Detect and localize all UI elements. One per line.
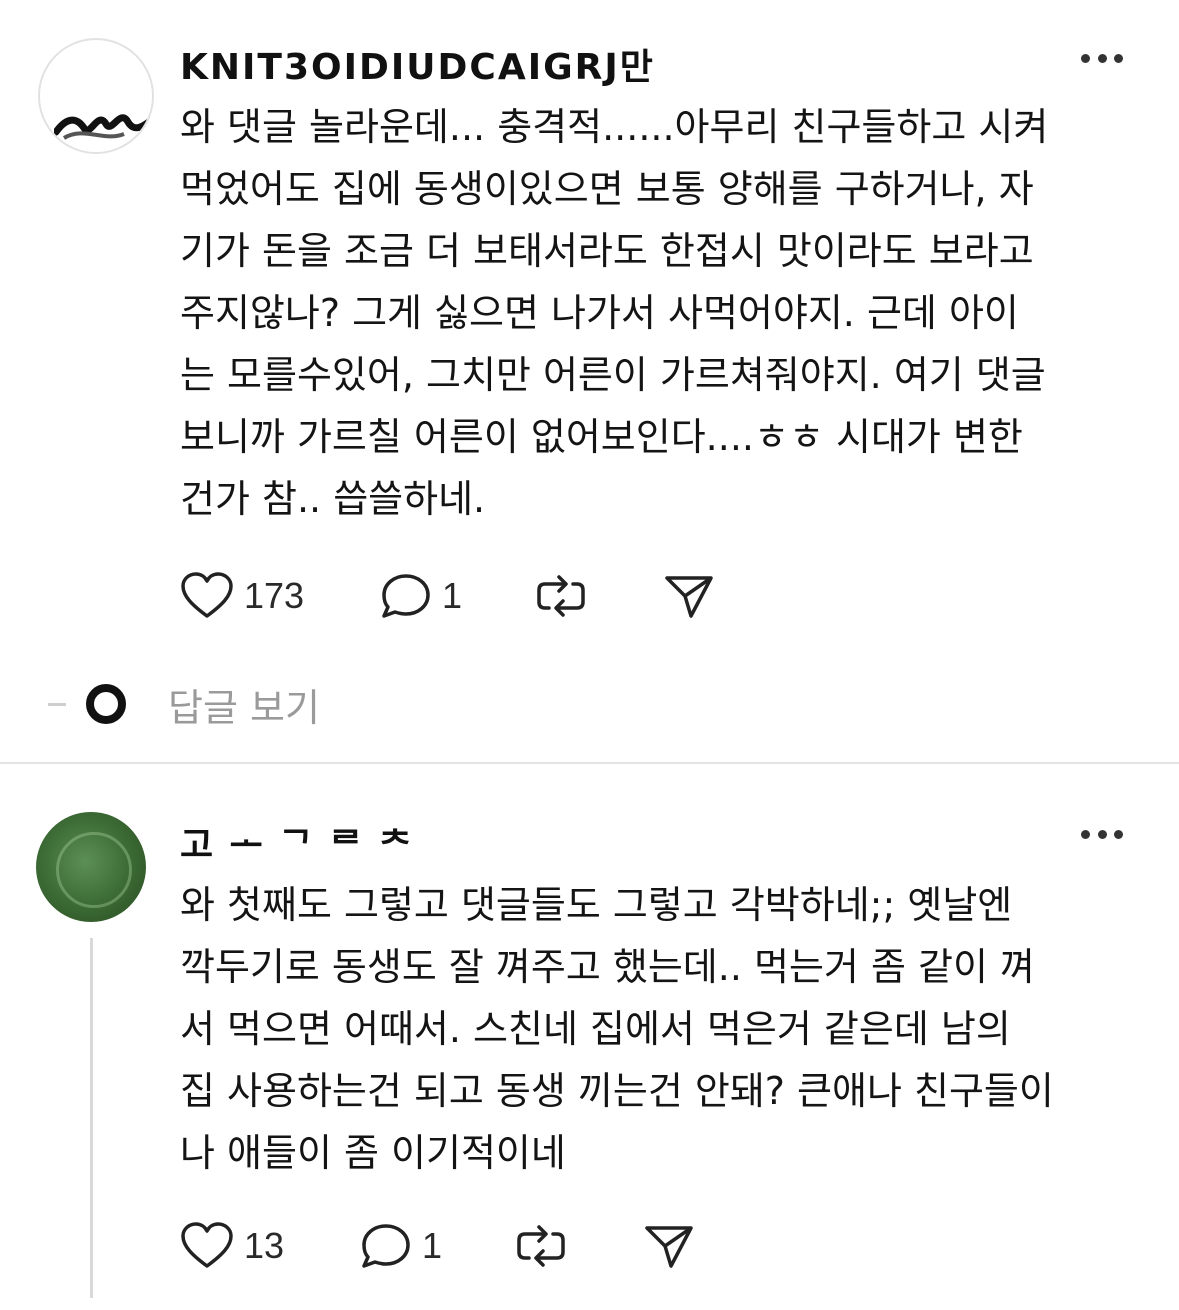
- thread-connector: [48, 702, 66, 706]
- repost-button[interactable]: [515, 1216, 643, 1276]
- like-button[interactable]: 173: [180, 566, 380, 626]
- avatar[interactable]: [38, 38, 154, 154]
- heart-icon: [181, 572, 233, 618]
- comment-text: 와 댓글 놀라운데... 충격적......아무리 친구들하고 시켜 먹었어도 …: [180, 105, 1049, 521]
- thread-line: [90, 938, 93, 1298]
- heart-icon: [181, 1222, 233, 1268]
- reply-avatar: [86, 684, 126, 724]
- username[interactable]: 고 ᅩ ᄀ ᄅ ᄎ: [180, 816, 414, 868]
- repost-icon: [517, 1225, 565, 1267]
- send-icon: [665, 576, 713, 618]
- divider: [0, 762, 1179, 764]
- more-dots-icon[interactable]: [1081, 52, 1123, 64]
- action-bar: 173 1: [180, 566, 715, 626]
- reply-button[interactable]: 1: [380, 566, 535, 626]
- view-replies-link[interactable]: 답글 보기: [168, 677, 320, 732]
- reply-button[interactable]: 1: [360, 1216, 515, 1276]
- like-count: 13: [244, 1225, 285, 1266]
- view-replies-row[interactable]: 답글 보기: [48, 676, 320, 732]
- reply-count: 1: [422, 1225, 443, 1266]
- share-button[interactable]: [643, 1216, 695, 1276]
- speech-bubble-icon: [382, 574, 430, 618]
- like-button[interactable]: 13: [180, 1216, 360, 1276]
- more-dots-icon[interactable]: [1081, 828, 1123, 840]
- like-count: 173: [244, 575, 305, 616]
- username[interactable]: KNIT3OIDIUDCAIGRJ만: [180, 38, 655, 90]
- comment-post: KNIT3OIDIUDCAIGRJ만 와 댓글 놀라운데... 충격적.....…: [0, 0, 1179, 760]
- leaf-icon: [56, 832, 132, 908]
- repost-button[interactable]: [535, 566, 663, 626]
- avatar-scribble-icon: [54, 114, 152, 140]
- send-icon: [645, 1226, 693, 1268]
- comment-post: 고 ᅩ ᄀ ᄅ ᄎ 와 첫째도 그렇고 댓글들도 그렇고 각박하네;; 옛날엔 …: [0, 768, 1179, 1310]
- share-button[interactable]: [663, 566, 715, 626]
- reply-count: 1: [442, 575, 463, 616]
- comment-text: 와 첫째도 그렇고 댓글들도 그렇고 각박하네;; 옛날엔 깍두기로 동생도 잘…: [180, 883, 1054, 1175]
- speech-bubble-icon: [362, 1224, 410, 1268]
- action-bar: 13 1: [180, 1216, 695, 1276]
- avatar[interactable]: [36, 812, 146, 922]
- repost-icon: [537, 575, 585, 617]
